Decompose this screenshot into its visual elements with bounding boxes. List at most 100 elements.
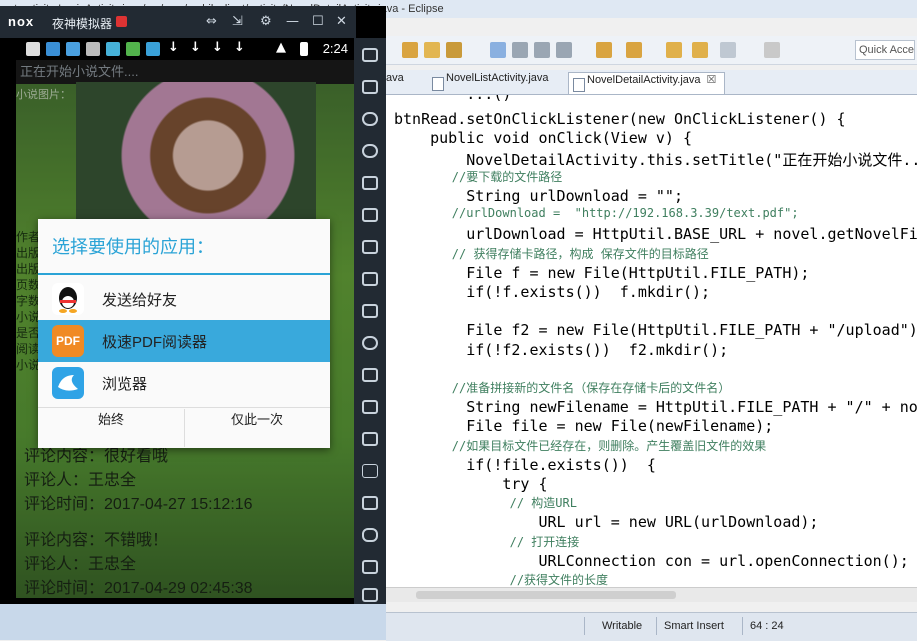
open-folder-icon[interactable] — [402, 42, 418, 58]
menu-icon[interactable] — [362, 464, 378, 478]
app-option-send-to-friend[interactable]: 发送给好友 — [38, 278, 330, 320]
highlight-icon[interactable] — [490, 42, 506, 58]
volume-down-icon[interactable] — [362, 272, 378, 286]
code-line: if(!f2.exists()) f2.mkdir(); — [394, 340, 729, 359]
tab-novel-list-activity[interactable]: NovelListActivity.java — [428, 72, 557, 94]
editor-tabs: ava NovelListActivity.java NovelDetailAc… — [386, 70, 917, 95]
app-option-label: 极速PDF阅读器 — [102, 334, 208, 351]
card-notif-icon — [86, 42, 100, 56]
clock: 2:24 — [322, 41, 348, 56]
multi-window-icon[interactable] — [362, 432, 378, 446]
settings-gear-icon[interactable]: ⚙ — [260, 14, 272, 29]
download-icon: ↓ — [190, 40, 201, 55]
home-nav-icon[interactable] — [362, 560, 378, 574]
pdf-reader-icon: PDF — [52, 325, 84, 357]
record-icon[interactable] — [362, 400, 378, 414]
download-icon: ↓ — [168, 40, 179, 55]
insert-mode-status: Smart Insert — [664, 620, 724, 632]
dialog-divider — [38, 273, 330, 275]
always-button[interactable]: 始终 — [38, 409, 184, 447]
code-line: URL url = new URL(urlDownload); — [394, 513, 819, 532]
keyboard-icon[interactable] — [362, 176, 378, 190]
android-notif-icon — [126, 42, 140, 56]
back-notif-icon — [26, 42, 40, 56]
app-notif-icon — [146, 42, 160, 56]
java-file-icon — [573, 78, 585, 92]
close-window-icon[interactable]: ✕ — [336, 14, 347, 29]
code-line: File f2 = new File(HttpUtil.FILE_PATH + … — [394, 321, 917, 340]
loading-icon[interactable] — [362, 336, 378, 350]
perspective-icon[interactable] — [764, 42, 780, 58]
prev-annotation-icon[interactable] — [626, 42, 642, 58]
status-separator — [656, 617, 657, 635]
code-line: urlDownload = HttpUtil.BASE_URL + novel.… — [394, 225, 917, 244]
code-editor[interactable]: ...() btnRead.setOnClickListener(new OnCl… — [386, 95, 917, 595]
back-dropdown-icon[interactable] — [692, 42, 708, 58]
code-line: File file = new File(newFilename); — [394, 417, 774, 436]
volume-up-icon[interactable] — [362, 240, 378, 254]
minimize-icon[interactable]: — — [286, 14, 299, 29]
swap-icon[interactable]: ⇔ — [206, 14, 217, 29]
windows-taskbar — [0, 604, 386, 640]
block-icon[interactable] — [556, 42, 572, 58]
forward-icon[interactable] — [720, 42, 736, 58]
writable-status: Writable — [602, 620, 643, 632]
just-once-button[interactable]: 仅此一次 — [184, 409, 330, 447]
shake-icon[interactable] — [362, 496, 378, 510]
code-comment-line: // 构造URL — [394, 496, 577, 511]
status-separator — [584, 617, 585, 635]
download-icon: ↓ — [212, 40, 223, 55]
screenshot-icon[interactable] — [362, 368, 378, 382]
scissors-icon[interactable] — [362, 112, 378, 126]
rotate-icon[interactable] — [362, 48, 378, 62]
app-notif-icon — [106, 42, 120, 56]
recent-apps-icon[interactable] — [362, 588, 378, 602]
code-comment-line: //获得文件的长度 — [394, 573, 609, 587]
nox-side-toolbar — [354, 38, 386, 604]
back-nav-icon[interactable] — [362, 528, 378, 542]
paragraph-icon[interactable] — [534, 42, 550, 58]
quick-access-field[interactable]: Quick Access — [855, 40, 915, 60]
android-app-screen: 正在开始小说文件.... 小说图片： 作者 出版 出版 页数 字数 小说 是否 阅读 小说 评论… — [16, 60, 354, 598]
nox-app-name: 夜神模拟器 — [52, 17, 113, 31]
eclipse-toolbar: Quick Access — [386, 36, 917, 65]
robot-icon[interactable] — [362, 80, 378, 94]
cursor-position-status: 64 : 24 — [750, 620, 784, 632]
maximize-icon[interactable]: ☐ — [312, 14, 324, 29]
editor-horizontal-scrollbar[interactable] — [386, 587, 917, 602]
tab-novel-detail-activity[interactable]: NovelDetailActivity.java ☒ — [568, 72, 726, 94]
next-annotation-icon[interactable] — [596, 42, 612, 58]
code-line: btnRead.setOnClickListener(new OnClickLi… — [394, 110, 846, 129]
location-icon[interactable] — [362, 144, 378, 158]
folder-icon[interactable] — [424, 42, 440, 58]
mark-icon[interactable] — [512, 42, 528, 58]
pin-icon[interactable]: ⇲ — [232, 14, 243, 29]
code-line: ...() — [394, 95, 511, 103]
browser-icon — [52, 367, 84, 399]
back-icon[interactable] — [666, 42, 682, 58]
app-option-label: 发送给好友 — [102, 292, 178, 309]
code-line: File f = new File(HttpUtil.FILE_PATH); — [394, 263, 810, 282]
scrollbar-thumb[interactable] — [416, 591, 676, 599]
pen-icon[interactable] — [446, 42, 462, 58]
code-comment-line: //urlDownload = "http://192.168.3.39/tex… — [394, 206, 799, 221]
code-comment-line: // 获得存储卡路径，构成 保存文件的目标路径 — [394, 246, 709, 261]
eclipse-status-bar: Writable Smart Insert 64 : 24 — [386, 612, 917, 641]
close-tab-icon[interactable]: ☒ — [707, 74, 717, 86]
nox-logo: nox — [8, 14, 35, 29]
dialog-title: 选择要使用的应用： — [52, 237, 214, 257]
code-line: String urlDownload = ""; — [394, 187, 683, 205]
app-option-pdf-reader[interactable]: PDF 极速PDF阅读器 — [38, 320, 330, 362]
java-file-icon — [432, 77, 444, 91]
code-line: if(!file.exists()) { — [394, 455, 656, 474]
qq-icon — [52, 283, 84, 315]
button-divider — [38, 407, 330, 408]
fullscreen-icon[interactable] — [362, 208, 378, 222]
app-chooser-dialog: 选择要使用的应用： 发送给好友 PDF 极速PDF阅读器 浏览器 始终 仅此一次 — [38, 219, 330, 448]
tab-other-java[interactable]: ava — [386, 72, 412, 94]
app-option-browser[interactable]: 浏览器 — [38, 362, 330, 404]
status-separator — [742, 617, 743, 635]
code-line: if(!f.exists()) f.mkdir(); — [394, 283, 711, 301]
code-comment-line: // 打开连接 — [394, 534, 580, 549]
install-apk-icon[interactable] — [362, 304, 378, 318]
